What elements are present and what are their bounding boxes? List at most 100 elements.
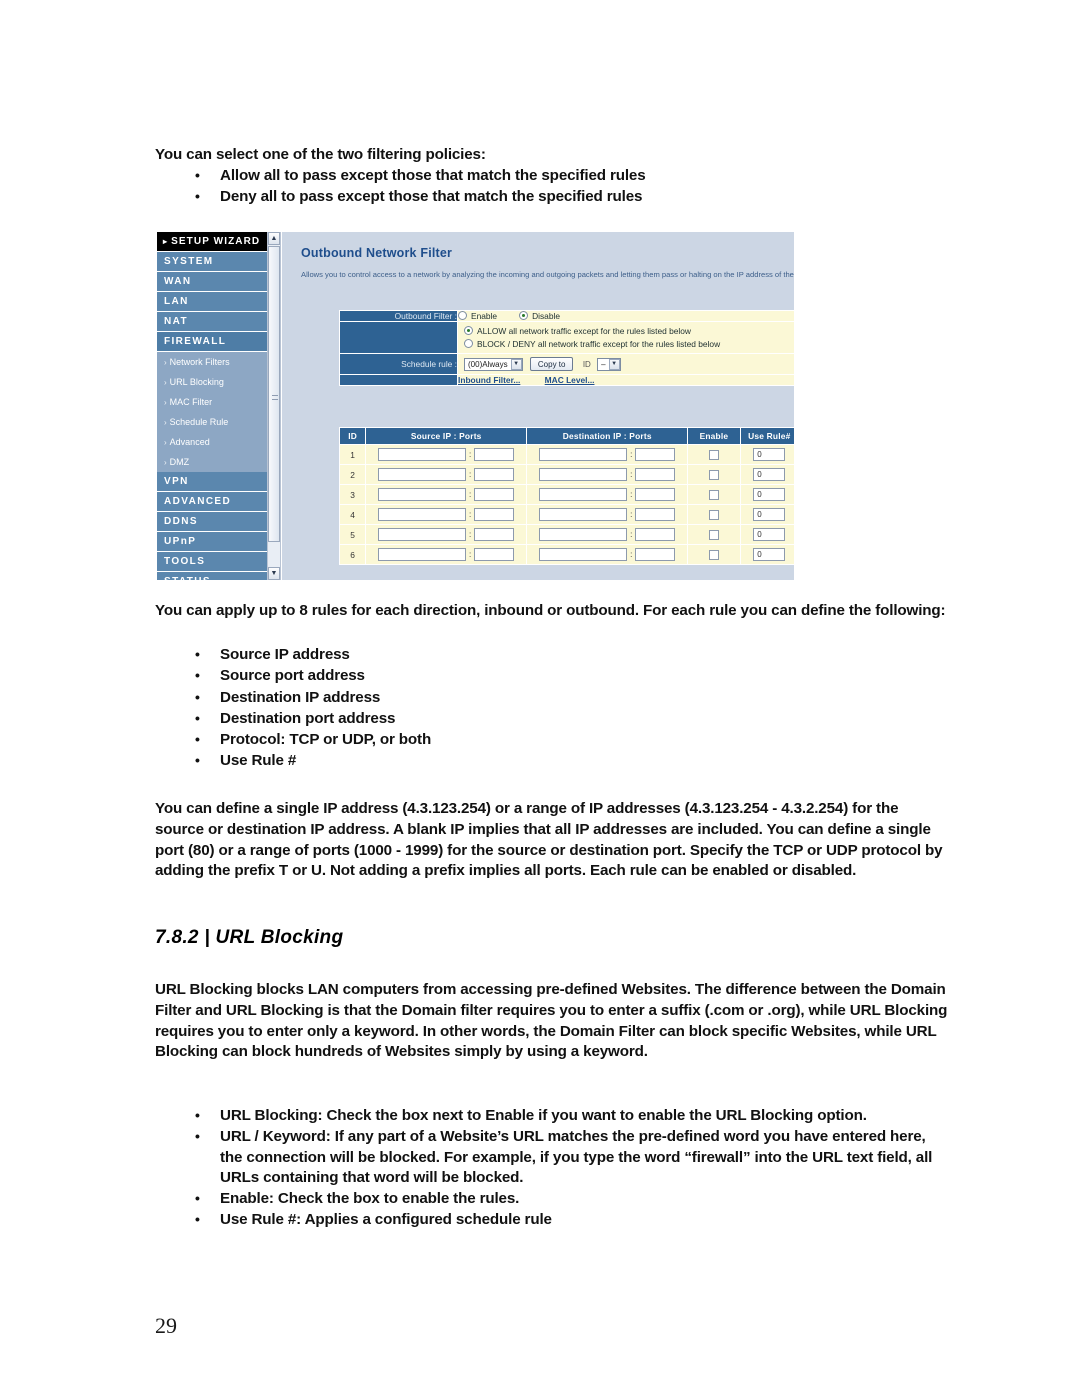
sidebar-item-ddns[interactable]: DDNS	[157, 512, 267, 532]
sidebar-item-setup-wizard[interactable]: ▸ SETUP WIZARD	[157, 232, 267, 252]
dest-port-input[interactable]	[635, 488, 676, 501]
dest-ip-input[interactable]	[539, 448, 628, 461]
source-ip-input[interactable]	[378, 528, 467, 541]
outbound-filter-label: Outbound Filter :	[339, 310, 458, 322]
table-row: 2 : : 0	[338, 464, 794, 485]
mac-level-link[interactable]: MAC Level...	[545, 375, 595, 385]
source-ip-input[interactable]	[378, 488, 467, 501]
source-port-input[interactable]	[474, 548, 515, 561]
source-cell: :	[365, 484, 528, 505]
radio-icon[interactable]	[458, 311, 467, 320]
schedule-rule-select[interactable]: (00)Always ▼	[464, 357, 523, 371]
sidebar-item-upnp[interactable]: UPnP	[157, 532, 267, 552]
dest-port-input[interactable]	[635, 508, 676, 521]
enable-checkbox[interactable]	[708, 509, 719, 520]
scrollbar-thumb[interactable]	[268, 246, 280, 542]
radio-icon[interactable]	[519, 311, 529, 320]
use-rule-input[interactable]: 0	[753, 528, 786, 541]
sidebar-item-advanced-sub[interactable]: › Advanced	[157, 432, 267, 452]
dest-port-input[interactable]	[635, 448, 676, 461]
source-port-input[interactable]	[474, 528, 515, 541]
colon-separator: :	[630, 529, 633, 539]
sidebar-item-dmz[interactable]: › DMZ	[157, 452, 267, 472]
source-ip-input[interactable]	[378, 548, 467, 561]
source-port-input[interactable]	[474, 448, 515, 461]
enable-checkbox[interactable]	[708, 449, 719, 460]
table-row: 5 : : 0	[338, 524, 794, 545]
intro-block: You can select one of the two filtering …	[155, 145, 955, 207]
sidebar-item-schedule-rule[interactable]: › Schedule Rule	[157, 412, 267, 432]
list-item: Allow all to pass except those that matc…	[155, 165, 955, 187]
sidebar-scrollbar[interactable]: ▲ ▼	[267, 232, 281, 580]
source-ip-input[interactable]	[378, 448, 467, 461]
sidebar-label: SETUP WIZARD	[171, 236, 261, 247]
sidebar-item-status[interactable]: STATUS	[157, 572, 267, 580]
source-port-input[interactable]	[474, 468, 515, 481]
chevron-down-icon[interactable]: ▼	[510, 358, 522, 370]
enable-cell	[687, 444, 741, 465]
sidebar-item-advanced[interactable]: ADVANCED	[157, 492, 267, 512]
list-item: URL Blocking: Check the box next to Enab…	[155, 1105, 950, 1127]
source-port-input[interactable]	[474, 488, 515, 501]
use-rule-input[interactable]: 0	[753, 508, 786, 521]
use-rule-input[interactable]: 0	[753, 468, 786, 481]
chevron-down-icon[interactable]: ▼	[608, 358, 620, 370]
radio-allow[interactable]: ALLOW all network traffic except for the…	[464, 325, 792, 338]
dest-ip-input[interactable]	[539, 508, 628, 521]
enable-checkbox[interactable]	[708, 549, 719, 560]
sidebar-item-wan[interactable]: WAN	[157, 272, 267, 292]
dest-ip-input[interactable]	[539, 548, 628, 561]
sidebar-item-system[interactable]: SYSTEM	[157, 252, 267, 272]
radio-enable[interactable]: Enable	[458, 311, 497, 321]
source-port-input[interactable]	[474, 508, 515, 521]
enable-checkbox[interactable]	[708, 529, 719, 540]
sidebar-item-firewall[interactable]: FIREWALL	[157, 332, 267, 352]
sidebar-label: UPnP	[164, 536, 197, 547]
inbound-filter-link[interactable]: Inbound Filter...	[458, 375, 520, 385]
dest-cell: :	[526, 524, 689, 545]
enable-checkbox[interactable]	[708, 489, 719, 500]
sidebar-item-lan[interactable]: LAN	[157, 292, 267, 312]
sidebar-item-network-filters[interactable]: › Network Filters	[157, 352, 267, 372]
schedule-rule-label: Schedule rule :	[339, 353, 458, 375]
sidebar-item-url-blocking[interactable]: › URL Blocking	[157, 372, 267, 392]
copy-to-button[interactable]: Copy to	[529, 357, 574, 371]
dest-ip-input[interactable]	[539, 488, 628, 501]
scroll-down-arrow-icon[interactable]: ▼	[268, 567, 280, 580]
dest-port-input[interactable]	[635, 468, 676, 481]
policy-label-empty	[339, 321, 458, 354]
radio-icon[interactable]	[464, 326, 473, 335]
dest-ip-input[interactable]	[539, 468, 628, 481]
dest-ip-input[interactable]	[539, 528, 628, 541]
sidebar-label: STATUS	[164, 576, 211, 580]
colon-separator: :	[630, 549, 633, 559]
chevron-right-icon: ›	[164, 457, 167, 467]
router-ui-screenshot: ▸ SETUP WIZARD SYSTEM WAN LAN NAT FIREWA…	[157, 232, 794, 580]
sidebar-item-mac-filter[interactable]: › MAC Filter	[157, 392, 267, 412]
radio-disable[interactable]: Disable	[519, 311, 560, 321]
sidebar-label: FIREWALL	[164, 336, 227, 347]
use-rule-cell: 0	[739, 444, 794, 465]
use-rule-cell: 0	[739, 524, 794, 545]
policy-radio-cell: ALLOW all network traffic except for the…	[457, 321, 794, 354]
use-rule-input[interactable]: 0	[753, 488, 786, 501]
radio-icon[interactable]	[464, 338, 473, 348]
radio-block-deny[interactable]: BLOCK / DENY all network traffic except …	[464, 338, 792, 351]
sidebar-item-nat[interactable]: NAT	[157, 312, 267, 332]
colon-separator: :	[630, 449, 633, 459]
sidebar-item-vpn[interactable]: VPN	[157, 472, 267, 492]
sidebar-item-tools[interactable]: TOOLS	[157, 552, 267, 572]
page-number: 29	[155, 1313, 177, 1338]
scroll-up-arrow-icon[interactable]: ▲	[268, 232, 280, 245]
id-select[interactable]: – ▼	[597, 357, 621, 371]
grip-icon	[272, 395, 278, 400]
source-ip-input[interactable]	[378, 468, 467, 481]
dest-port-input[interactable]	[635, 548, 676, 561]
colon-separator: :	[469, 549, 472, 559]
dest-port-input[interactable]	[635, 528, 676, 541]
colon-separator: :	[469, 489, 472, 499]
use-rule-input[interactable]: 0	[753, 548, 786, 561]
enable-checkbox[interactable]	[708, 469, 719, 480]
source-ip-input[interactable]	[378, 508, 467, 521]
use-rule-input[interactable]: 0	[753, 448, 786, 461]
